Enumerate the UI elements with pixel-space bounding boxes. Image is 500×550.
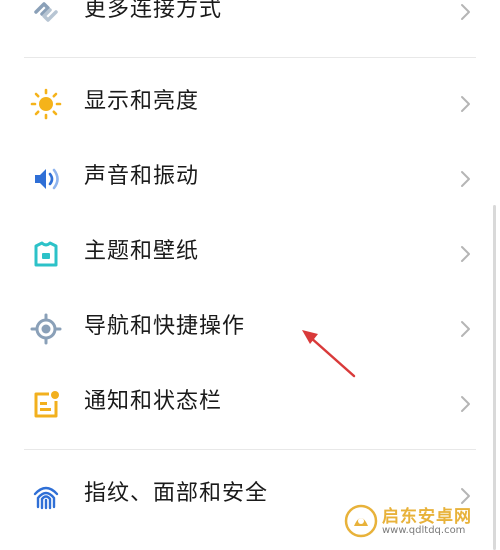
chevron-right-icon [452,166,478,192]
section-divider [24,57,476,58]
link-icon [30,0,62,28]
navigation-target-icon [30,313,62,345]
settings-screen: 更多连接方式 显示和亮度 声音和振动 主题和壁纸 导航和快捷操作 通知和状态栏 … [0,0,500,550]
notification-icon [30,388,62,420]
settings-item-label: 通知和状态栏 [84,389,223,414]
watermark-url: www.qdltdq.com [382,525,466,536]
watermark-name: 启东安卓网 [382,507,472,527]
settings-item-navigation-shortcuts[interactable]: 导航和快捷操作 [0,297,500,357]
watermark: 启东安卓网 www.qdltdq.com [344,502,494,542]
chevron-right-icon [452,316,478,342]
settings-item-more-connections[interactable]: 更多连接方式 [0,0,500,40]
chevron-right-icon [452,91,478,117]
settings-item-label: 更多连接方式 [84,0,223,22]
watermark-logo-icon [344,504,378,538]
settings-item-label: 显示和亮度 [84,89,200,114]
sun-icon [30,88,62,120]
speaker-icon [30,163,62,195]
chevron-right-icon [452,241,478,267]
section-divider [24,449,476,450]
chevron-right-icon [452,0,478,25]
fingerprint-icon [30,480,62,512]
settings-item-display-brightness[interactable]: 显示和亮度 [0,72,500,132]
settings-item-notifications-statusbar[interactable]: 通知和状态栏 [0,372,500,432]
settings-item-label: 主题和壁纸 [84,239,200,264]
scrollbar[interactable] [493,205,496,550]
settings-item-label: 指纹、面部和安全 [84,481,269,506]
theme-shirt-icon [30,238,62,270]
settings-item-label: 导航和快捷操作 [84,314,246,339]
settings-item-label: 声音和振动 [84,164,200,189]
settings-item-themes-wallpaper[interactable]: 主题和壁纸 [0,222,500,282]
chevron-right-icon [452,391,478,417]
settings-item-sound-vibration[interactable]: 声音和振动 [0,147,500,207]
